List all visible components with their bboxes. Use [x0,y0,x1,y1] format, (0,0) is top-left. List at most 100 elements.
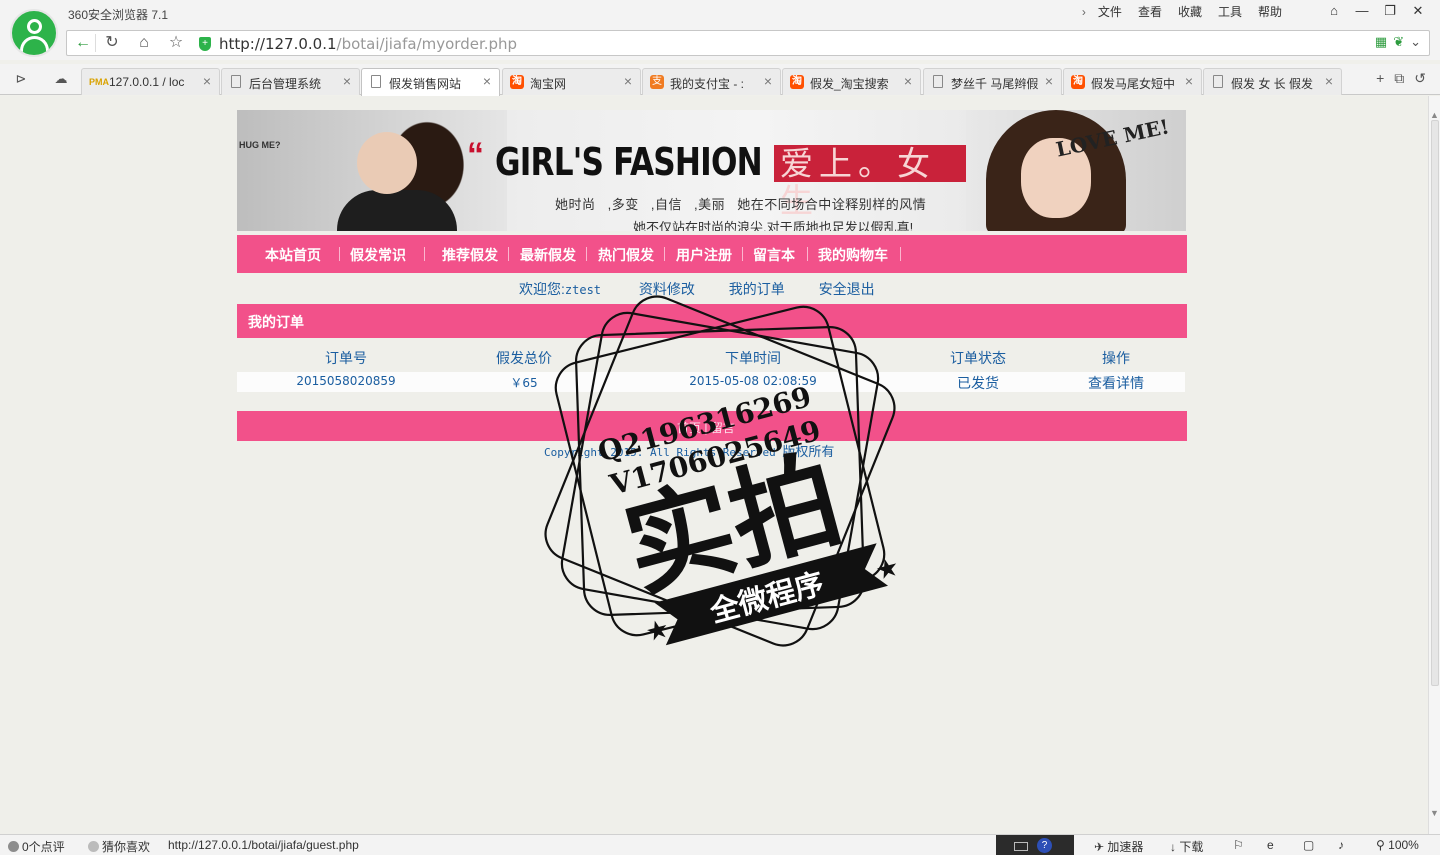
tab-close-icon[interactable]: × [624,73,632,89]
qrcode-icon[interactable]: ▦ [1375,34,1387,50]
document-icon [371,75,381,88]
tab-taobao[interactable]: 淘 淘宝网 × [502,68,641,95]
nav-divider [508,247,509,261]
site-banner: HUG ME? “ GIRL'S FASHION 爱上。女生 她时尚 ,多变 ,… [237,110,1186,231]
nav-recommended[interactable]: 推荐假发 [442,245,498,265]
tab-label: 假发马尾女短中 [1091,77,1176,91]
hug-me-badge: HUG ME? [239,140,281,150]
tab-close-icon[interactable]: × [764,73,772,89]
taobao-icon: 淘 [790,75,804,89]
chevron-right-icon[interactable]: › [1078,4,1090,20]
tab-close-icon[interactable]: × [1325,73,1333,89]
nav-cart[interactable]: 我的购物车 [818,245,888,265]
tab-close-icon[interactable]: × [483,73,491,89]
flag-icon[interactable]: ⚐ [1233,838,1244,852]
nav-guestbook[interactable]: 留言本 [753,245,795,265]
magnifier-icon: ⚲ [1376,838,1385,852]
dropdown-chevron-icon[interactable]: ⌄ [1410,34,1421,50]
tab-close-icon[interactable]: × [904,73,912,89]
nav-popular[interactable]: 热门假发 [598,245,654,265]
menu-tools[interactable]: 工具 [1210,4,1250,20]
hover-url: http://127.0.0.1/botai/jiafa/guest.php [168,838,359,852]
url-text[interactable]: http://127.0.0.1/botai/jiafa/myorder.php [219,35,517,53]
tab-close-icon[interactable]: × [1045,73,1053,89]
tab-label: 假发 女 长 假发 [1231,77,1314,91]
divider [95,34,96,52]
alipay-icon: 支 [650,75,664,89]
undo-close-icon[interactable]: ↺ [1414,70,1426,87]
nav-divider [807,247,808,261]
address-bar[interactable]: ← ↻ ⌂ ☆ + http://127.0.0.1/botai/jiafa/m… [66,30,1430,56]
security-shield-icon[interactable]: + [199,37,211,51]
tab-list-icon[interactable]: ⧉ [1394,70,1404,87]
guess-button[interactable]: 猜你喜欢 [88,838,150,855]
tab-label: 后台管理系统 [249,77,322,91]
nav-divider [900,247,901,261]
nav-newest[interactable]: 最新假发 [520,245,576,265]
scrollbar-thumb[interactable] [1431,120,1439,686]
vertical-scrollbar[interactable]: ▲ ▼ [1428,96,1440,834]
title-bar: 360安全浏览器 7.1 › 文件 查看 收藏 工具 帮助 ⌂ — ❐ ✕ [0,0,1440,28]
skin-icon[interactable]: ⌂ [1320,2,1348,20]
banner-headline-zh: 爱上。女生 [774,145,969,219]
menu-view[interactable]: 查看 [1130,4,1170,20]
page-viewport: HUG ME? “ GIRL'S FASHION 爱上。女生 她时尚 ,多变 ,… [0,96,1428,834]
col-header-order-no: 订单号 [325,350,367,366]
tab-close-icon[interactable]: × [1185,73,1193,89]
tab-wig-ponytail[interactable]: 淘 假发马尾女短中 × [1063,68,1202,95]
refresh-icon[interactable]: ↻ [99,32,125,54]
tab-long-wig[interactable]: 假发 女 长 假发 × [1203,68,1342,95]
sidebar-toggle-icon[interactable]: ⊳ [10,71,32,89]
help-icon[interactable]: ? [1037,838,1052,853]
nav-divider [742,247,743,261]
cloud-icon[interactable]: ☁ [50,71,72,89]
user-avatar[interactable] [10,9,58,57]
close-icon[interactable]: ✕ [1404,2,1432,20]
tab-close-icon[interactable]: × [343,73,351,89]
tab-close-icon[interactable]: × [203,73,211,89]
tab-alipay[interactable]: 支 我的支付宝 - : × [642,68,781,95]
tab-ponytail[interactable]: 梦丝千 马尾辫假 × [923,68,1062,95]
zoom-level: 100% [1388,838,1419,852]
taobao-icon: 淘 [510,75,524,89]
model-face [357,132,417,194]
reviews-button[interactable]: 0个点评 [8,838,65,855]
window-controls: ⌂ — ❐ ✕ [1320,2,1432,20]
leaf-icon[interactable]: ❦ [1393,34,1404,50]
tab-taobao-search[interactable]: 淘 假发_淘宝搜索 × [782,68,921,95]
new-tab-icon[interactable]: + [1376,70,1384,87]
restore-icon[interactable]: ❐ [1376,2,1404,20]
menu-favorites[interactable]: 收藏 [1170,4,1210,20]
download-button[interactable]: ↓ 下载 [1170,838,1203,855]
document-icon [933,75,943,88]
site-nav: 本站首页 假发常识 推荐假发 最新假发 热门假发 用户注册 留言本 我的购物车 [237,235,1187,273]
reviews-label: 0个点评 [22,840,65,854]
accelerator-button[interactable]: ✈ 加速器 [1094,838,1143,855]
col-header-status: 订单状态 [950,350,1006,366]
volume-icon[interactable]: ♪ [1338,838,1344,852]
menu-help[interactable]: 帮助 [1250,4,1290,20]
keyboard-icon[interactable] [1014,842,1028,851]
nav-home[interactable]: 本站首页 [265,245,321,265]
window-icon[interactable]: ▢ [1303,838,1314,852]
view-details-link[interactable]: 查看详情 [1088,373,1144,393]
home-icon[interactable]: ⌂ [131,32,157,54]
address-row: ← ↻ ⌂ ☆ + http://127.0.0.1/botai/jiafa/m… [0,28,1440,60]
nav-wig-tips[interactable]: 假发常识 [350,245,406,265]
nav-register[interactable]: 用户注册 [676,245,732,265]
input-method-bar[interactable]: ? [996,835,1074,855]
ie-icon[interactable]: e [1267,838,1274,852]
tab-admin[interactable]: 后台管理系统 × [221,68,360,95]
scroll-up-icon[interactable]: ▲ [1430,110,1439,120]
order-number: 2015058020859 [296,374,396,388]
back-arrow-icon[interactable]: ← [70,32,96,54]
minimize-icon[interactable]: — [1348,2,1376,20]
tab-label: 127.0.0.1 / loc [109,75,185,89]
scroll-down-icon[interactable]: ▼ [1430,808,1439,818]
star-icon[interactable]: ☆ [163,32,189,54]
tab-wig-shop[interactable]: 假发销售网站 × [361,68,500,96]
status-bar: 0个点评 猜你喜欢 http://127.0.0.1/botai/jiafa/g… [0,834,1440,855]
tab-phpmyadmin[interactable]: PMA 127.0.0.1 / loc × [81,68,220,95]
menu-file[interactable]: 文件 [1090,4,1130,20]
zoom-control[interactable]: ⚲ 100% [1376,838,1419,852]
